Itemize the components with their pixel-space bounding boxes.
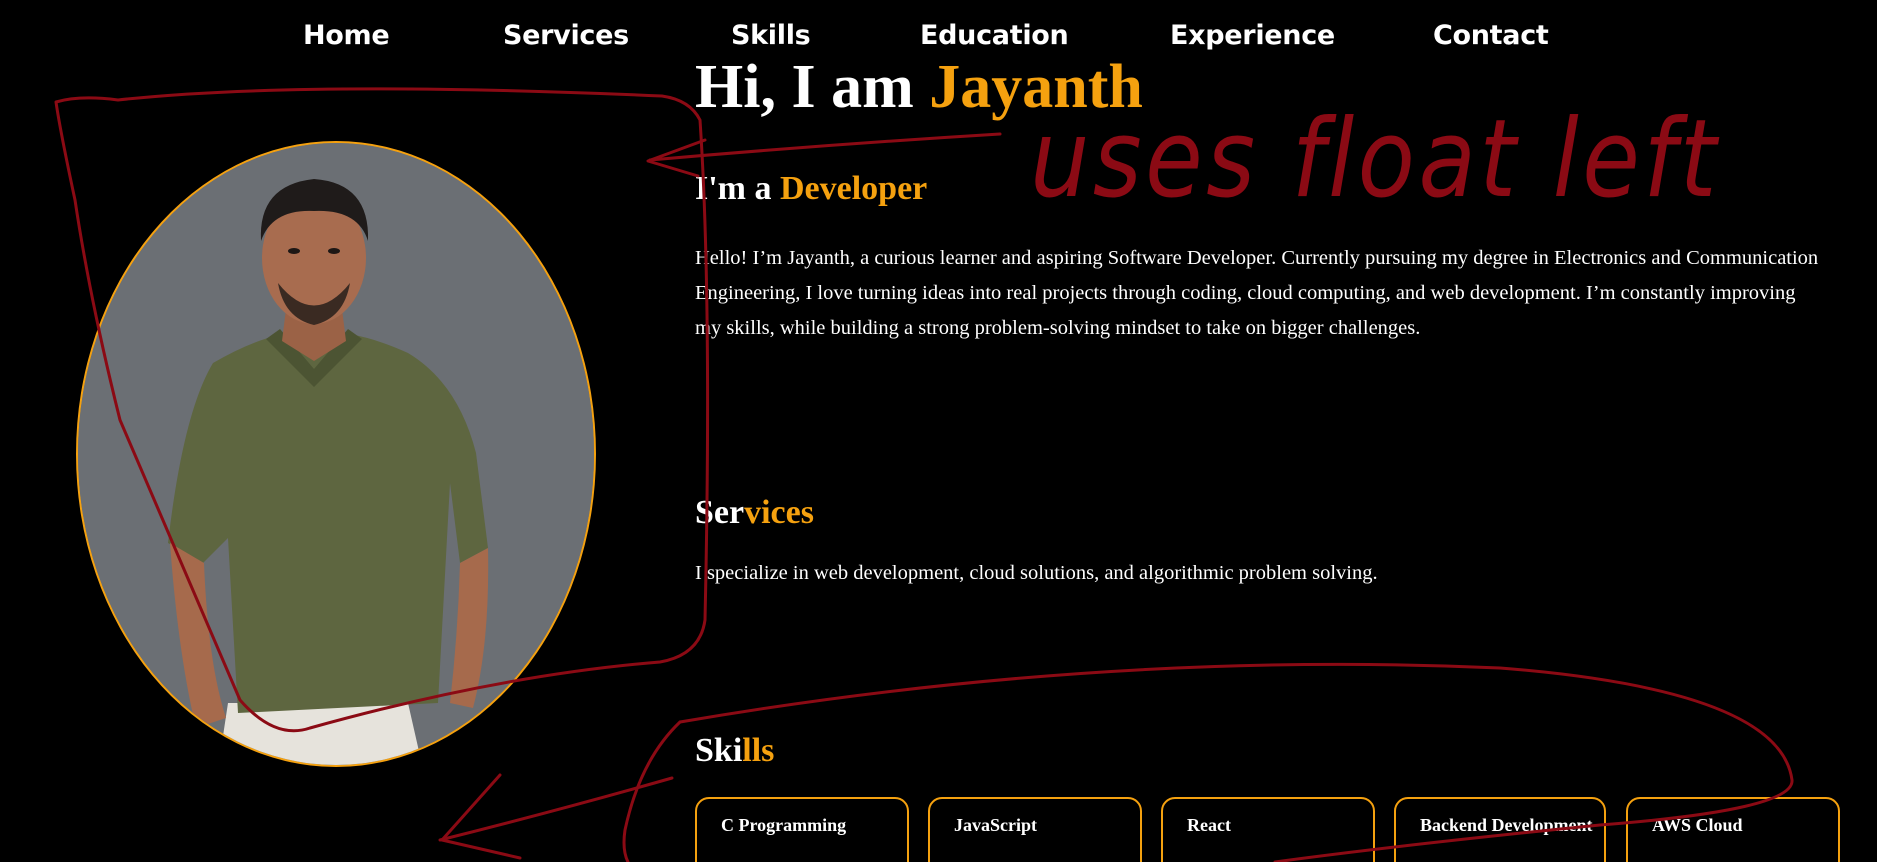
skills-heading-part-b: lls (742, 732, 775, 769)
services-description: I specialize in web development, cloud s… (695, 562, 1378, 584)
skill-card-label: React (1187, 815, 1231, 835)
services-heading-part-b: vices (744, 494, 814, 531)
annotation-arrow-left (438, 776, 674, 842)
main-nav: Home Services Skills Education Experienc… (0, 0, 1877, 80)
nav-link-services[interactable]: Services (503, 20, 629, 51)
role-title: Developer (780, 170, 928, 207)
profile-photo-illustration (78, 143, 594, 765)
skill-card: Backend Development (1394, 797, 1606, 862)
nav-link-home[interactable]: Home (303, 20, 390, 51)
skill-card: C Programming (695, 797, 909, 862)
nav-link-skills[interactable]: Skills (731, 20, 811, 51)
nav-link-contact[interactable]: Contact (1433, 20, 1549, 51)
services-heading: Services (695, 496, 814, 530)
nav-link-experience[interactable]: Experience (1170, 20, 1335, 51)
profile-photo (76, 141, 596, 767)
skill-card: React (1161, 797, 1375, 862)
skill-card: AWS Cloud (1626, 797, 1840, 862)
role-prefix: I'm a (695, 170, 780, 207)
skill-card-label: AWS Cloud (1652, 815, 1743, 835)
nav-link-education[interactable]: Education (920, 20, 1069, 51)
annotation-skills-loop-left (622, 720, 682, 862)
role-heading: I'm a Developer (695, 172, 927, 206)
skill-card-label: Backend Development (1420, 815, 1593, 835)
services-heading-part-a: Ser (695, 494, 745, 531)
skills-heading: Skills (695, 734, 774, 768)
intro-paragraph: Hello! I’m Jayanth, a curious learner an… (695, 247, 1819, 339)
skill-card-label: JavaScript (954, 815, 1037, 835)
annotation-arrowhead-left (440, 773, 522, 860)
skill-card-label: C Programming (721, 815, 847, 835)
skills-heading-part-a: Ski (695, 732, 743, 769)
skill-card: JavaScript (928, 797, 1142, 862)
annotation-arrow-heading (648, 132, 1002, 162)
